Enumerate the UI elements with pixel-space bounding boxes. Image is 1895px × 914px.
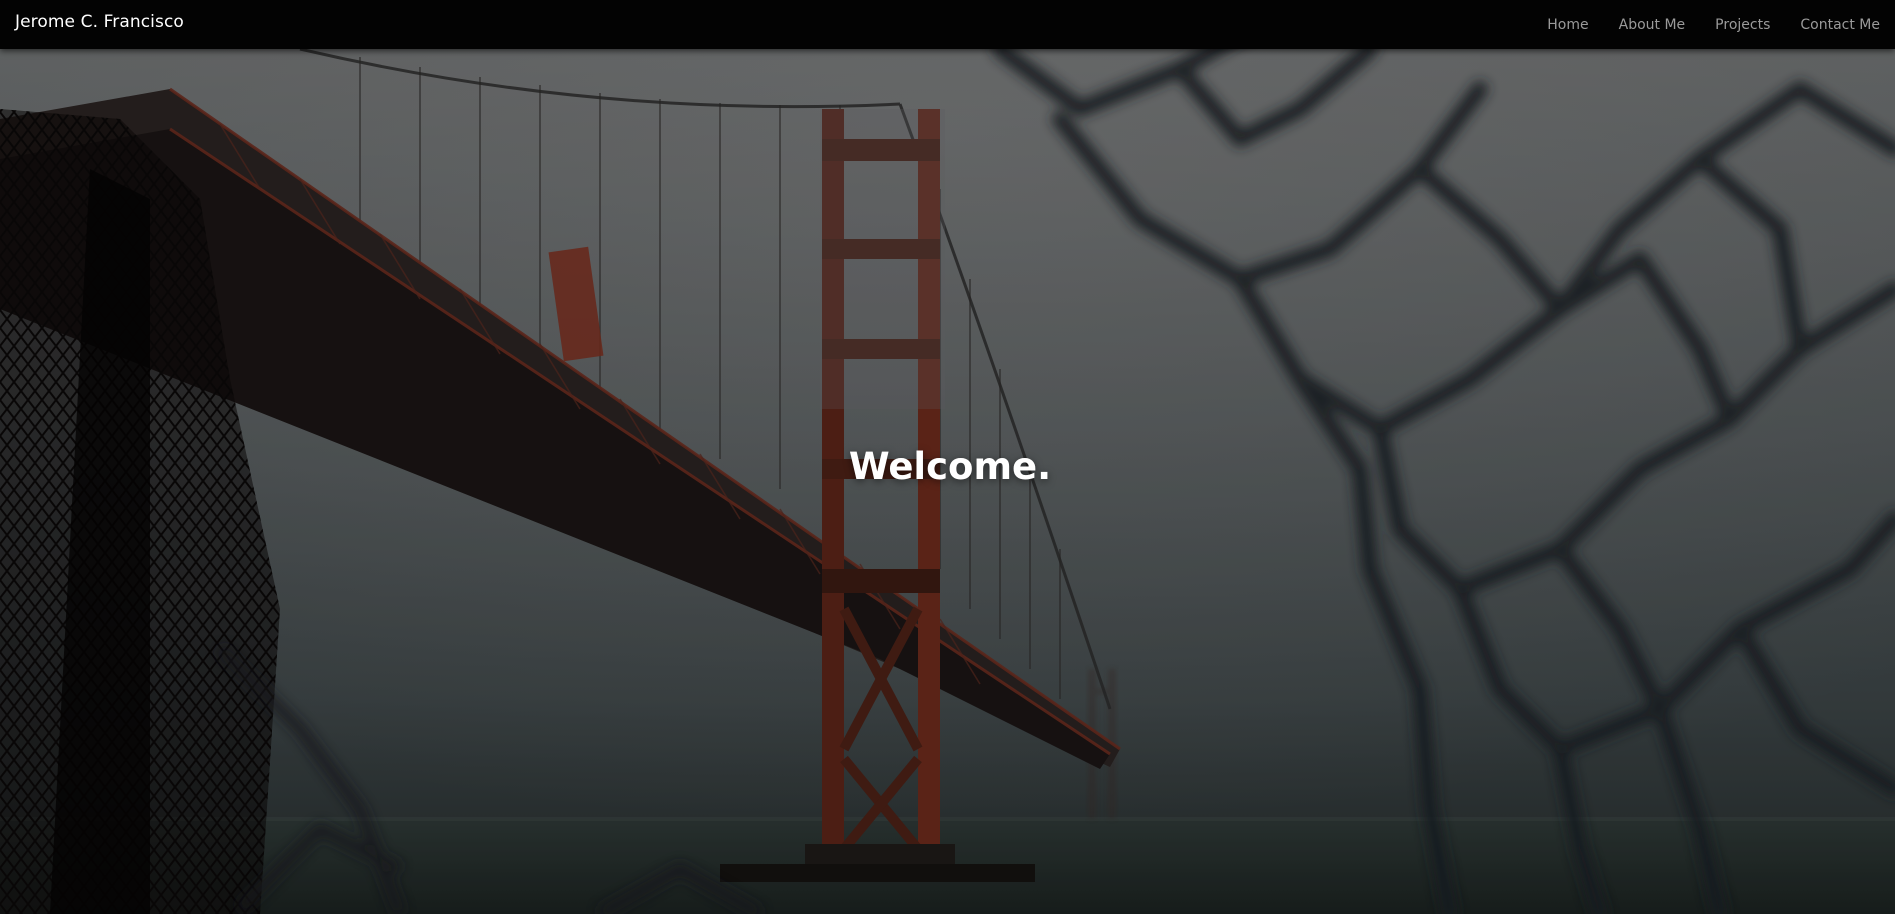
nav-links: Home About Me Projects Contact Me: [1532, 0, 1895, 49]
top-navbar: Jerome C. Francisco Home About Me Projec…: [0, 0, 1895, 49]
brand-link[interactable]: Jerome C. Francisco: [15, 12, 184, 32]
hero-section: Welcome.: [0, 49, 1895, 914]
nav-link-contact-me[interactable]: Contact Me: [1785, 17, 1895, 33]
hero-heading: Welcome.: [848, 445, 1052, 488]
nav-link-home[interactable]: Home: [1532, 17, 1603, 33]
nav-link-projects[interactable]: Projects: [1700, 17, 1785, 33]
nav-link-about-me[interactable]: About Me: [1604, 17, 1701, 33]
